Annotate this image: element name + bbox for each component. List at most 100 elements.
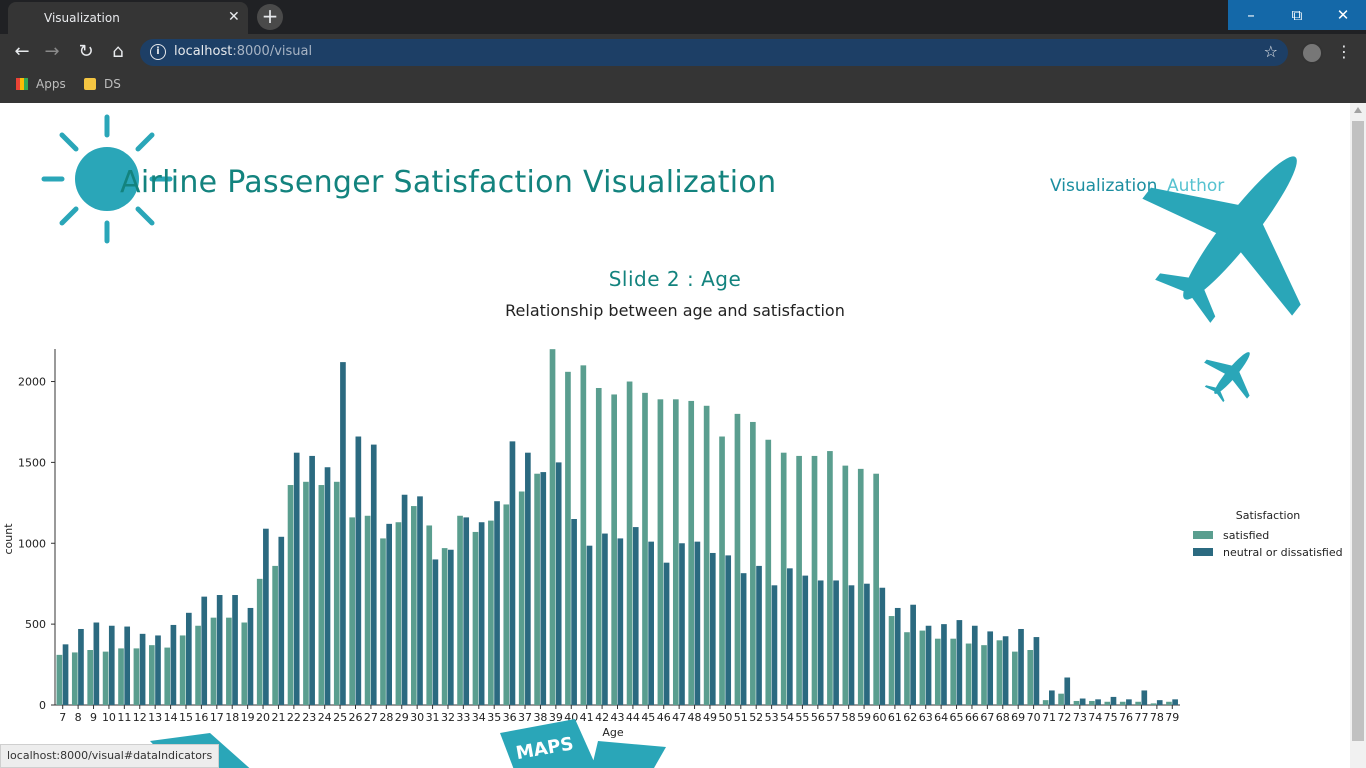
bar-neutral [694, 541, 701, 705]
reload-icon[interactable]: ↻ [76, 42, 96, 62]
x-tick-label: 19 [241, 711, 255, 724]
scroll-up-arrow-icon[interactable] [1354, 107, 1362, 113]
bar-neutral [370, 444, 377, 705]
info-icon[interactable]: i [150, 44, 166, 60]
bar-neutral [139, 633, 146, 705]
x-tick-label: 61 [888, 711, 902, 724]
window-close-icon[interactable]: ✕ [1320, 0, 1366, 30]
scrollbar-thumb[interactable] [1352, 121, 1364, 741]
x-tick-label: 27 [364, 711, 378, 724]
status-url-tooltip: localhost:8000/visual#dataIndicators [0, 744, 220, 768]
bar-satisfied [457, 515, 463, 705]
bar-neutral [1126, 699, 1132, 705]
x-tick-label: 73 [1073, 711, 1087, 724]
y-tick-label: 0 [39, 699, 46, 712]
legend-title: Satisfaction [1236, 509, 1301, 522]
x-tick-label: 51 [734, 711, 748, 724]
bar-neutral [1049, 690, 1055, 705]
bar-satisfied [133, 648, 140, 705]
x-tick-label: 16 [194, 711, 208, 724]
x-tick-label: 69 [1011, 711, 1025, 724]
x-tick-label: 31 [426, 711, 440, 724]
close-tab-icon[interactable]: ✕ [228, 9, 240, 25]
bar-satisfied [426, 525, 433, 705]
bar-neutral [463, 517, 470, 705]
bar-satisfied [503, 504, 510, 705]
x-tick-label: 62 [903, 711, 917, 724]
bar-satisfied [842, 465, 849, 705]
y-tick-label: 500 [25, 618, 46, 631]
bar-satisfied [87, 650, 94, 705]
bar-satisfied [1012, 651, 1018, 705]
address-bar[interactable]: i localhost:8000/visual ☆ [140, 39, 1288, 66]
bar-satisfied [195, 625, 201, 705]
bar-neutral [1064, 677, 1071, 705]
bar-neutral [1141, 690, 1148, 705]
site-title: Airline Passenger Satisfaction Visualiza… [120, 165, 777, 200]
apps-grid-icon [16, 78, 28, 90]
url-host: localhost [174, 44, 233, 59]
new-tab-icon[interactable]: + [257, 4, 283, 30]
bar-neutral [894, 607, 901, 705]
x-tick-label: 52 [749, 711, 763, 724]
bar-neutral [1002, 636, 1009, 705]
legend-swatch [1193, 531, 1213, 539]
age-satisfaction-bar-chart: 05001000150020007 8 9 10 11 12 13 14 15 16 17 18 19 2… [2, 349, 1343, 739]
bar-satisfied [395, 522, 402, 705]
legend-swatch [1193, 548, 1213, 556]
bar-satisfied [1150, 703, 1157, 705]
bar-satisfied [441, 548, 448, 705]
kebab-menu-icon[interactable]: ⋮ [1336, 42, 1352, 61]
folder-icon [84, 78, 96, 90]
tab-visualization[interactable]: Visualization ✕ [8, 2, 248, 34]
bar-neutral [201, 596, 208, 705]
restore-icon[interactable]: ⧉ [1274, 0, 1320, 30]
minimize-icon[interactable]: – [1228, 0, 1274, 30]
profile-avatar[interactable] [1301, 42, 1323, 64]
home-icon[interactable]: ⌂ [108, 42, 128, 62]
bar-neutral [355, 436, 362, 705]
legend-label: satisfied [1223, 529, 1269, 542]
bar-neutral [1018, 628, 1024, 705]
bookmark-ds[interactable]: DS [84, 77, 121, 91]
bar-satisfied [780, 452, 787, 705]
bar-satisfied [734, 413, 741, 705]
bar-satisfied [318, 485, 325, 705]
y-tick-label: 1500 [18, 456, 46, 469]
x-tick-label: 17 [210, 711, 224, 724]
forward-arrow-icon[interactable]: → [42, 42, 62, 62]
tab-strip: Visualization ✕ + – ⧉ ✕ [0, 0, 1366, 34]
bar-satisfied [518, 491, 525, 705]
x-tick-label: 77 [1134, 711, 1148, 724]
bar-satisfied [1027, 650, 1034, 705]
bar-satisfied [965, 643, 972, 705]
bar-satisfied [210, 617, 217, 705]
bar-neutral [987, 631, 994, 705]
bar-neutral [787, 568, 793, 705]
slide-subtitle: Relationship between age and satisfactio… [505, 301, 845, 320]
bar-satisfied [56, 654, 63, 705]
bar-satisfied [71, 652, 78, 705]
slide-title: Slide 2 : Age [608, 267, 742, 291]
browser-chrome: Visualization ✕ + – ⧉ ✕ ← → ↻ ⌂ i localh… [0, 0, 1366, 103]
bar-satisfied [642, 392, 648, 705]
x-tick-label: 14 [164, 711, 178, 724]
bar-satisfied [1089, 700, 1095, 705]
bar-satisfied [1058, 693, 1064, 705]
bar-satisfied [750, 421, 756, 705]
bar-neutral [725, 555, 732, 705]
bookmark-ds-label: DS [104, 77, 121, 91]
x-tick-label: 7 [59, 711, 66, 724]
bar-neutral [309, 455, 315, 705]
x-tick-label: 68 [996, 711, 1010, 724]
bar-neutral [1079, 698, 1086, 705]
back-arrow-icon[interactable]: ← [12, 42, 32, 62]
bar-neutral [864, 583, 870, 705]
vertical-scrollbar[interactable] [1350, 103, 1366, 768]
x-tick-label: 10 [102, 711, 116, 724]
bar-satisfied [287, 485, 294, 705]
bookmark-star-icon[interactable]: ☆ [1264, 42, 1278, 61]
bar-neutral [679, 543, 685, 705]
bookmark-apps[interactable]: Apps [16, 77, 66, 91]
x-tick-label: 24 [318, 711, 332, 724]
